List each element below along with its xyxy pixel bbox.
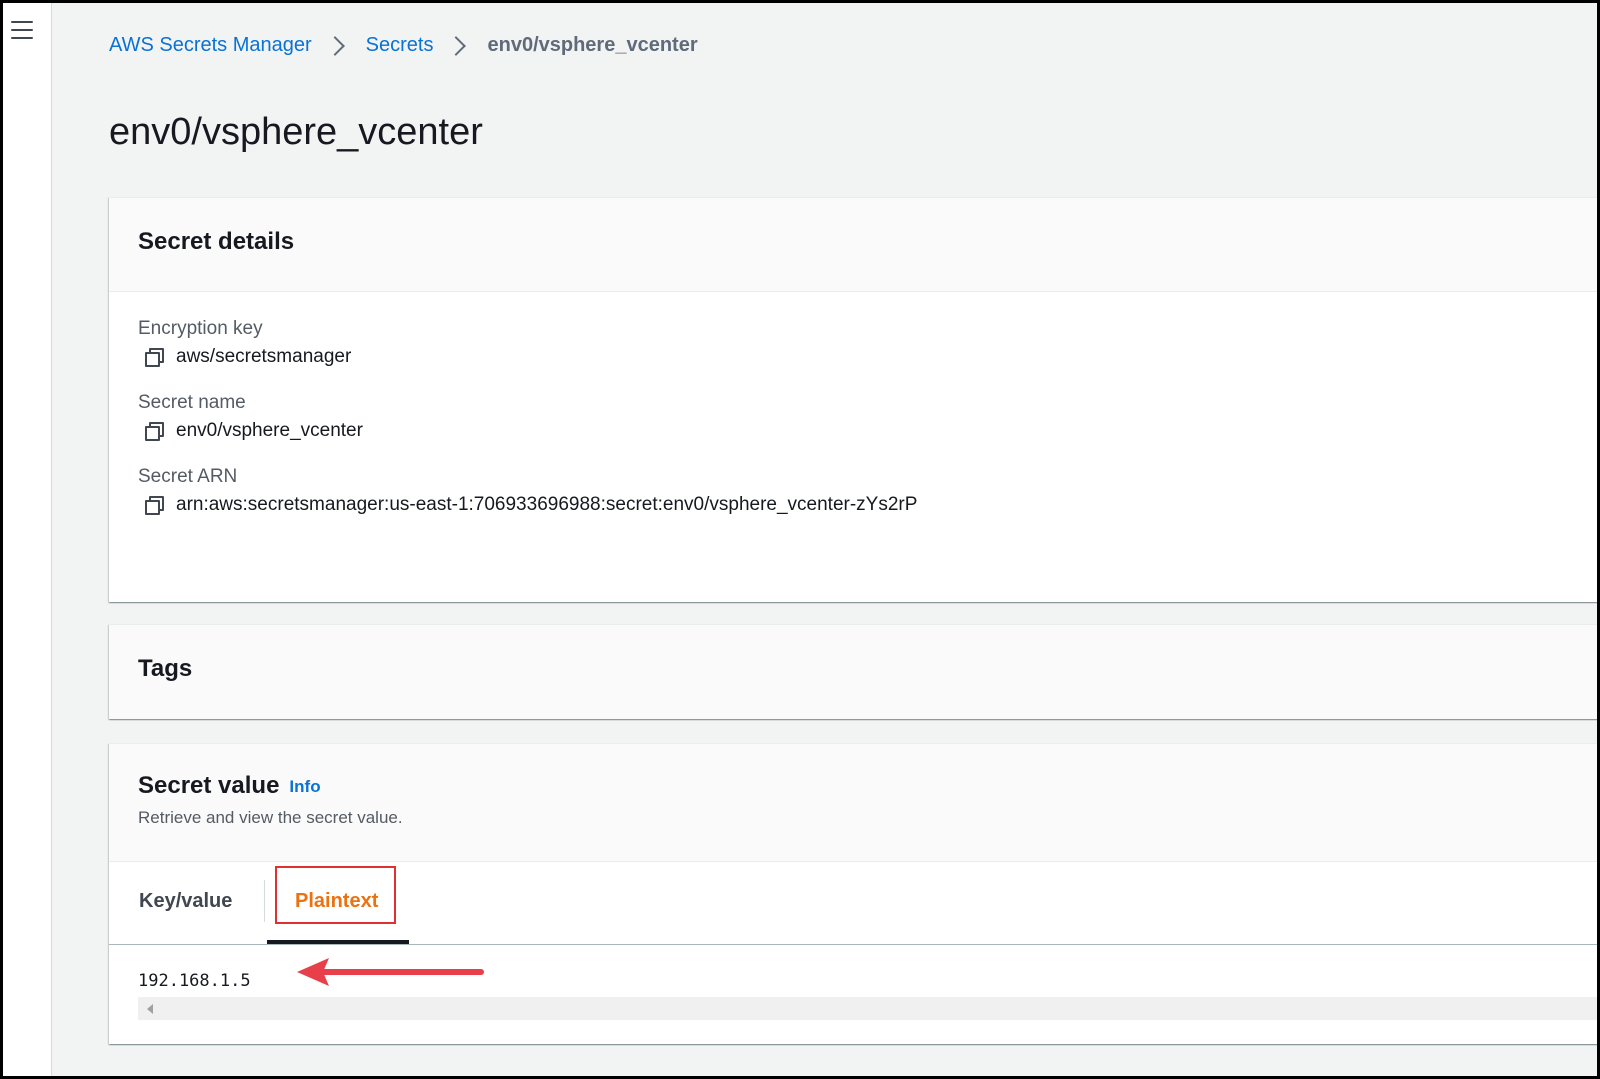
chevron-right-icon (446, 35, 467, 56)
copy-icon[interactable] (144, 347, 164, 367)
secret-value-panel: Secret value Info Retrieve and view the s… (109, 743, 1597, 1044)
field-secret-arn: Secret ARN arn:aws:secretsmanager:us-eas… (138, 466, 1597, 516)
copy-icon[interactable] (144, 495, 164, 515)
active-tab-indicator (267, 940, 409, 944)
page-title: env0/vsphere_vcenter (109, 111, 483, 153)
tab-divider (264, 880, 265, 922)
field-label: Secret ARN (138, 466, 238, 487)
secret-details-header: Secret details (109, 198, 1597, 292)
field-value-row: aws/secretsmanager (138, 346, 1597, 368)
scroll-left-arrow-icon[interactable] (147, 1004, 153, 1014)
horizontal-scrollbar[interactable] (138, 997, 1597, 1020)
secret-arn-value: arn:aws:secretsmanager:us-east-1:7069336… (176, 494, 918, 515)
tab-key-value[interactable]: Key/value (139, 890, 232, 913)
tags-title: Tags (138, 655, 193, 682)
breadcrumb-secrets[interactable]: Secrets (366, 34, 434, 57)
secret-value-description: Retrieve and view the secret value. (138, 808, 403, 827)
breadcrumb-secrets-manager[interactable]: AWS Secrets Manager (109, 34, 312, 57)
field-encryption-key: Encryption key aws/secretsmanager (138, 318, 1597, 368)
secret-name-value: env0/vsphere_vcenter (176, 420, 363, 441)
field-label: Secret name (138, 392, 246, 413)
annotation-arrow-icon (297, 958, 484, 986)
sidebar (3, 3, 52, 1076)
app-frame: AWS Secrets Manager Secrets env0/vsphere… (0, 0, 1600, 1079)
tags-panel: Tags (109, 624, 1597, 719)
secret-value-title: Secret value Info (138, 772, 1597, 800)
secret-details-panel: Secret details Encryption key aws/secret… (109, 197, 1597, 602)
secret-details-title: Secret details (138, 228, 295, 255)
secret-details-body: Encryption key aws/secretsmanager Secret… (109, 292, 1597, 516)
annotation-highlight-box (275, 866, 396, 924)
secret-value-header: Secret value Info Retrieve and view the s… (109, 744, 1597, 862)
field-label: Encryption key (138, 318, 263, 339)
encryption-key-value: aws/secretsmanager (176, 346, 352, 367)
hamburger-menu-icon[interactable] (11, 21, 33, 41)
copy-icon[interactable] (144, 421, 164, 441)
field-value-row: arn:aws:secretsmanager:us-east-1:7069336… (138, 494, 1597, 516)
field-secret-name: Secret name env0/vsphere_vcenter (138, 392, 1597, 442)
chevron-right-icon (324, 35, 345, 56)
breadcrumb-current: env0/vsphere_vcenter (487, 34, 698, 56)
tags-header[interactable]: Tags (109, 625, 1597, 719)
info-link[interactable]: Info (289, 777, 320, 796)
secret-value-tabs: Key/value Plaintext (109, 862, 1597, 945)
secret-value-title-text: Secret value (138, 772, 280, 799)
breadcrumb: AWS Secrets Manager Secrets env0/vsphere… (109, 34, 698, 57)
field-value-row: env0/vsphere_vcenter (138, 420, 1597, 442)
